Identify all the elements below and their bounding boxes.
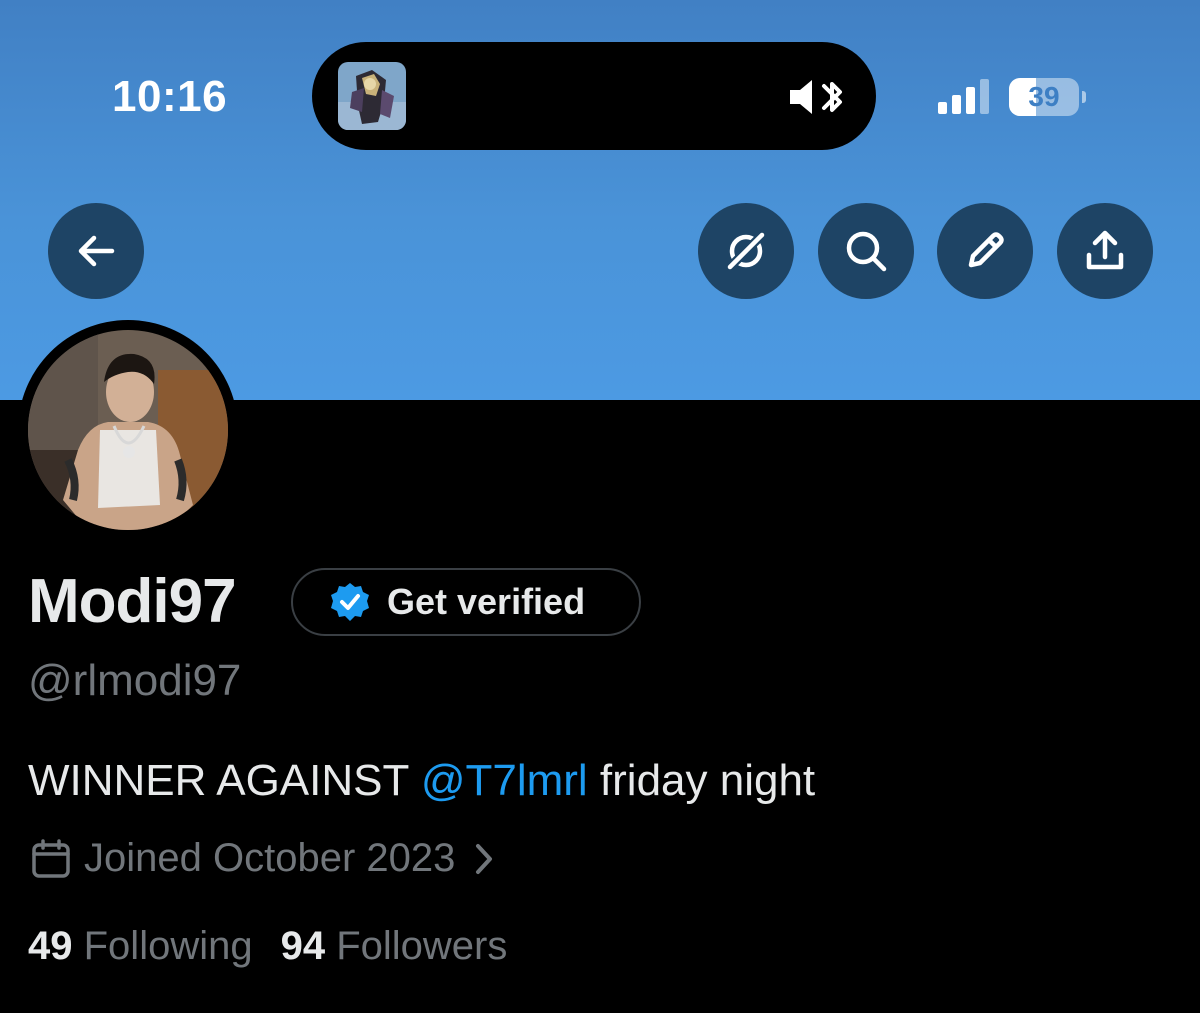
display-name: Modi97 bbox=[28, 567, 237, 636]
get-verified-label: Get verified bbox=[387, 581, 586, 622]
profile-avatar[interactable] bbox=[18, 320, 238, 540]
grok-button[interactable] bbox=[698, 203, 794, 299]
now-playing-thumbnail[interactable] bbox=[338, 62, 406, 130]
chevron-right-icon bbox=[476, 843, 493, 874]
battery-icon: 39 bbox=[1009, 78, 1086, 116]
profile-bio: WINNER AGAINST @T7lmrl friday night bbox=[28, 756, 815, 806]
battery-level: 39 bbox=[1028, 81, 1060, 112]
bluetooth-icon bbox=[822, 82, 842, 112]
status-time: 10:16 bbox=[112, 72, 228, 121]
grok-icon bbox=[724, 229, 768, 273]
user-handle: @rlmodi97 bbox=[28, 656, 242, 705]
share-icon bbox=[1086, 230, 1124, 270]
cellular-signal-icon bbox=[938, 79, 989, 114]
edit-icon bbox=[968, 232, 1004, 268]
search-icon bbox=[846, 231, 887, 272]
speaker-icon bbox=[790, 80, 812, 114]
following-link[interactable]: 49 Following bbox=[28, 924, 253, 968]
search-button[interactable] bbox=[818, 203, 914, 299]
following-label: Following bbox=[83, 924, 253, 968]
verified-badge-icon bbox=[331, 583, 369, 621]
arrow-left-icon bbox=[78, 235, 115, 267]
followers-count: 94 bbox=[280, 924, 326, 968]
dynamic-island[interactable] bbox=[312, 42, 876, 150]
followers-label: Followers bbox=[336, 924, 508, 968]
follow-stats: 49 Following 94 Followers bbox=[28, 924, 507, 969]
joined-date: Joined October 2023 bbox=[84, 836, 456, 880]
bio-text: WINNER AGAINST bbox=[28, 756, 421, 805]
calendar-icon bbox=[32, 838, 70, 878]
bio-mention-link[interactable]: @T7lmrl bbox=[421, 756, 588, 805]
share-button[interactable] bbox=[1057, 203, 1153, 299]
get-verified-button[interactable]: Get verified bbox=[291, 568, 641, 636]
bio-suffix: friday night bbox=[587, 756, 816, 805]
avatar-image bbox=[28, 330, 228, 530]
joined-date-row[interactable]: Joined October 2023 bbox=[30, 836, 495, 881]
edit-button[interactable] bbox=[937, 203, 1033, 299]
island-icons bbox=[788, 76, 848, 123]
back-button[interactable] bbox=[48, 203, 144, 299]
followers-link[interactable]: 94 Followers bbox=[281, 924, 508, 968]
following-count: 49 bbox=[28, 924, 73, 968]
